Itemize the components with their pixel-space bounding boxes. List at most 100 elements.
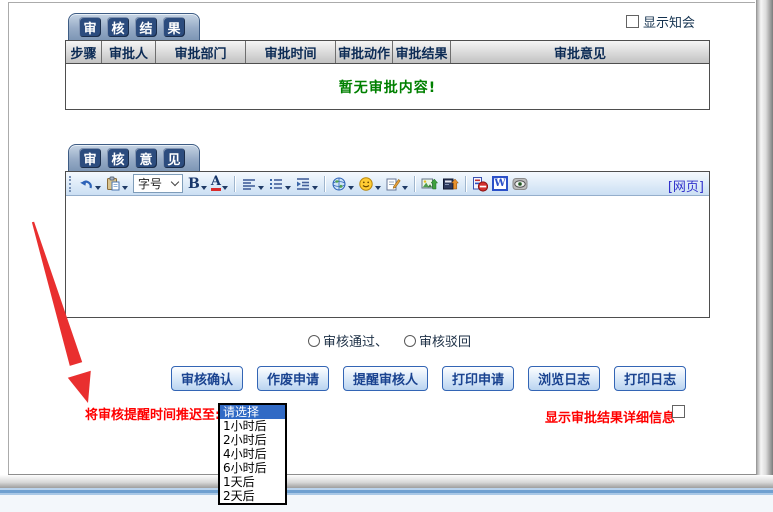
tab-review-opinion[interactable]: 审 核 意 见 bbox=[68, 144, 200, 171]
undo-button[interactable] bbox=[77, 174, 102, 194]
view-log-button[interactable]: 浏览日志 bbox=[528, 366, 600, 391]
chevron-down-icon bbox=[375, 186, 381, 190]
table-header-cell: 审批动作 bbox=[336, 41, 393, 63]
numbered-list-button[interactable] bbox=[267, 174, 292, 194]
globe-link-icon bbox=[331, 176, 347, 192]
font-color-button[interactable]: A bbox=[210, 174, 229, 194]
chevron-down-icon bbox=[402, 186, 408, 190]
empty-message: 暂无审批内容! bbox=[339, 77, 436, 97]
approval-page: 审 核 结 果 显示知会 步骤 审批人 审批部门 审批时间 审批动作 审批结果 … bbox=[0, 0, 773, 512]
postpone-dropdown[interactable]: 请选择 1小时后 2小时后 4小时后 6小时后 1天后 2天后 bbox=[218, 403, 287, 505]
tab-char: 意 bbox=[135, 148, 157, 168]
numbered-list-icon bbox=[268, 176, 284, 192]
bold-icon: B bbox=[188, 176, 200, 192]
remind-reviewer-button[interactable]: 提醒审核人 bbox=[343, 366, 428, 391]
show-cc-label: 显示知会 bbox=[643, 12, 695, 31]
action-button-row: 审核确认 作废申请 提醒审核人 打印申请 浏览日志 打印日志 bbox=[171, 366, 686, 391]
edit-form-button[interactable] bbox=[384, 174, 409, 194]
radio-reject-label: 审核驳回 bbox=[419, 331, 471, 350]
no-word-paste-icon bbox=[472, 176, 488, 192]
chevron-down-icon bbox=[258, 186, 264, 190]
page-top-border bbox=[8, 2, 755, 3]
tab-char: 审 bbox=[79, 148, 101, 168]
tab-char: 核 bbox=[107, 148, 129, 168]
window-right-edge bbox=[756, 0, 773, 489]
radio-approve-group[interactable]: 审核通过、 bbox=[308, 331, 388, 350]
smiley-icon bbox=[358, 176, 374, 192]
upload-html-icon bbox=[442, 176, 459, 192]
window-bottom-edge bbox=[0, 475, 773, 488]
dropdown-option[interactable]: 4小时后 bbox=[220, 447, 285, 461]
rich-text-editor: 字号 B A bbox=[65, 171, 710, 318]
detail-info-checkbox[interactable] bbox=[672, 405, 685, 418]
paste-button[interactable] bbox=[104, 174, 129, 194]
indent-icon bbox=[295, 176, 311, 192]
dropdown-option[interactable]: 1天后 bbox=[220, 475, 285, 489]
paste-icon bbox=[105, 176, 121, 192]
tab-char: 果 bbox=[163, 17, 185, 37]
print-log-button[interactable]: 打印日志 bbox=[614, 366, 686, 391]
page-left-border bbox=[8, 2, 9, 474]
tab-char: 核 bbox=[107, 17, 129, 37]
align-button[interactable] bbox=[240, 174, 265, 194]
chevron-down-icon bbox=[171, 178, 179, 186]
hyperlink-button[interactable] bbox=[330, 174, 355, 194]
dropdown-option-selected[interactable]: 请选择 bbox=[220, 405, 285, 419]
table-header-cell: 步骤 bbox=[66, 41, 102, 63]
upload-image-icon bbox=[421, 176, 438, 192]
dropdown-option[interactable]: 1小时后 bbox=[220, 419, 285, 433]
align-icon bbox=[241, 176, 257, 192]
annotation-arrow bbox=[20, 212, 110, 412]
table-empty-row: 暂无审批内容! bbox=[66, 64, 709, 109]
chevron-down-icon bbox=[201, 186, 207, 190]
toolbar-separator bbox=[414, 176, 415, 192]
editor-body[interactable] bbox=[66, 196, 709, 317]
radio-approve-label: 审核通过、 bbox=[323, 331, 388, 350]
table-header-cell: 审批意见 bbox=[451, 41, 709, 63]
edit-form-icon bbox=[385, 176, 401, 192]
table-header-cell: 审批部门 bbox=[156, 41, 246, 63]
word-button[interactable]: W bbox=[491, 174, 509, 194]
webpage-mode-link[interactable]: [网页] bbox=[668, 176, 704, 195]
bold-button[interactable]: B bbox=[187, 174, 208, 194]
bottom-background bbox=[0, 495, 773, 512]
toolbar-separator bbox=[465, 176, 466, 192]
chevron-down-icon bbox=[122, 186, 128, 190]
detail-info-label: 显示审批结果详细信息 bbox=[545, 407, 675, 426]
audit-confirm-button[interactable]: 审核确认 bbox=[171, 366, 243, 391]
show-cc-group: 显示知会 bbox=[626, 12, 695, 31]
upload-image-button[interactable] bbox=[420, 174, 439, 194]
chevron-down-icon bbox=[222, 186, 228, 190]
approval-result-table: 步骤 审批人 审批部门 审批时间 审批动作 审批结果 审批意见 暂无审批内容! bbox=[65, 40, 710, 110]
toolbar-separator bbox=[234, 176, 235, 192]
print-request-button[interactable]: 打印申请 bbox=[442, 366, 514, 391]
eye-icon bbox=[512, 176, 528, 192]
font-color-icon: A bbox=[211, 176, 221, 191]
void-request-button[interactable]: 作废申请 bbox=[257, 366, 329, 391]
tab-char: 审 bbox=[79, 17, 101, 37]
dropdown-option[interactable]: 2小时后 bbox=[220, 433, 285, 447]
tab-char: 见 bbox=[163, 148, 185, 168]
tab-char: 结 bbox=[135, 17, 157, 37]
font-size-label: 字号 bbox=[138, 175, 162, 192]
radio-reject[interactable] bbox=[404, 335, 416, 347]
radio-reject-group[interactable]: 审核驳回 bbox=[404, 331, 471, 350]
review-decision-radios: 审核通过、 审核驳回 bbox=[308, 331, 471, 350]
chevron-down-icon bbox=[95, 186, 101, 190]
clear-word-format-button[interactable] bbox=[471, 174, 489, 194]
show-cc-checkbox[interactable] bbox=[626, 15, 639, 28]
table-header-row: 步骤 审批人 审批部门 审批时间 审批动作 审批结果 审批意见 bbox=[66, 41, 709, 64]
word-icon: W bbox=[492, 176, 508, 191]
upload-html-button[interactable] bbox=[441, 174, 460, 194]
dropdown-option[interactable]: 2天后 bbox=[220, 489, 285, 503]
editor-toolbar: 字号 B A bbox=[66, 172, 709, 196]
tab-review-result[interactable]: 审 核 结 果 bbox=[68, 13, 200, 40]
preview-button[interactable] bbox=[511, 174, 529, 194]
font-size-select[interactable]: 字号 bbox=[133, 174, 183, 193]
radio-approve[interactable] bbox=[308, 335, 320, 347]
emoticon-button[interactable] bbox=[357, 174, 382, 194]
indent-button[interactable] bbox=[294, 174, 319, 194]
dropdown-option[interactable]: 6小时后 bbox=[220, 461, 285, 475]
chevron-down-icon bbox=[348, 186, 354, 190]
undo-icon bbox=[78, 176, 94, 192]
